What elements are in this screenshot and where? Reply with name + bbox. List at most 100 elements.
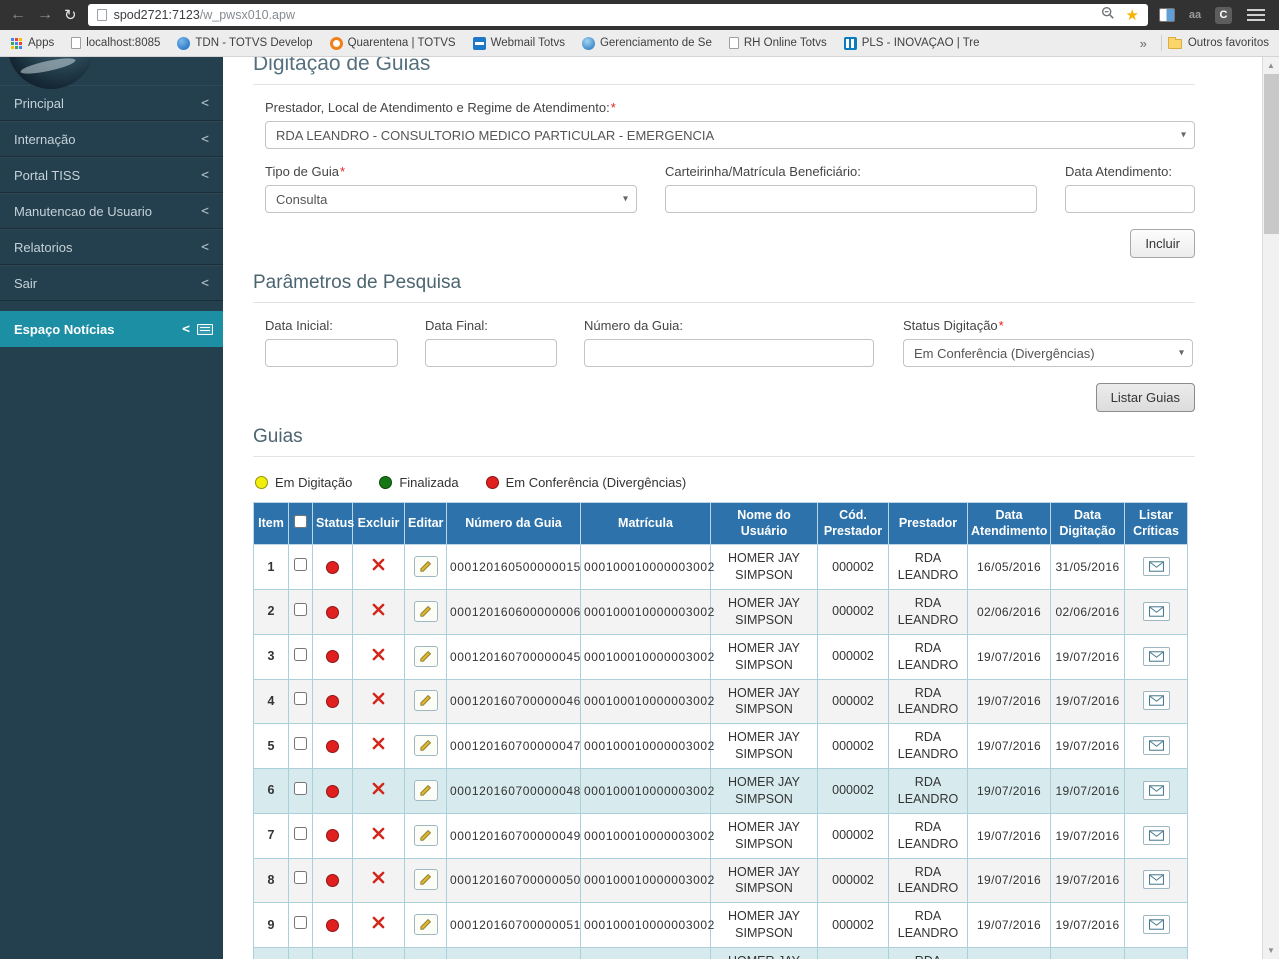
- edit-pencil-icon[interactable]: [413, 824, 438, 846]
- cell-cod: 000002: [817, 768, 889, 814]
- row-checkbox[interactable]: [294, 692, 307, 706]
- other-favorites[interactable]: Outros favoritos: [1167, 37, 1269, 49]
- page-scrollbar[interactable]: ▲ ▼: [1262, 57, 1279, 959]
- sidebar-item-principal[interactable]: Principal <: [0, 85, 223, 121]
- sidebar-item-relatorios[interactable]: Relatorios <: [0, 229, 223, 265]
- delete-icon[interactable]: [372, 871, 385, 884]
- cell-matricula: 000100010000003002: [580, 633, 714, 680]
- cell-excluir: [352, 812, 405, 859]
- row-checkbox[interactable]: [294, 781, 307, 795]
- bookmark-item[interactable]: Gerenciamento de Se: [581, 36, 712, 50]
- edit-pencil-icon[interactable]: [413, 779, 438, 801]
- sidebar-item-portal-tiss[interactable]: Portal TISS <: [0, 157, 223, 193]
- delete-icon[interactable]: [372, 692, 385, 705]
- mail-envelope-icon[interactable]: [1142, 825, 1170, 845]
- cell-status: [312, 589, 353, 635]
- back-button[interactable]: ←: [10, 7, 26, 23]
- delete-icon[interactable]: [372, 603, 385, 616]
- listar-guias-button[interactable]: Listar Guias: [1095, 383, 1195, 412]
- page-icon: [96, 9, 107, 21]
- scroll-thumb[interactable]: [1264, 74, 1279, 234]
- edit-pencil-icon[interactable]: [413, 556, 438, 578]
- mail-envelope-icon[interactable]: [1142, 736, 1170, 756]
- column-header: Cód. Prestador: [817, 501, 889, 546]
- zoom-icon[interactable]: [1101, 6, 1115, 25]
- bookmark-item[interactable]: Webmail Totvs: [472, 36, 565, 50]
- numero-guia-input[interactable]: [584, 339, 874, 367]
- data-inicial-input[interactable]: [265, 339, 398, 367]
- sidebar-item-label: Relatorios: [14, 239, 73, 255]
- delete-icon[interactable]: [372, 737, 385, 750]
- webmail-icon: [472, 36, 486, 50]
- extension-text-icon[interactable]: aa: [1186, 9, 1204, 21]
- mail-envelope-icon[interactable]: [1142, 557, 1170, 577]
- mail-envelope-icon[interactable]: [1142, 646, 1170, 666]
- delete-icon[interactable]: [372, 782, 385, 795]
- delete-icon[interactable]: [372, 558, 385, 571]
- cell-excluir: [352, 723, 405, 769]
- bookmark-item[interactable]: Quarentena | TOTVS: [329, 36, 456, 50]
- bookmark-item[interactable]: Apps: [10, 37, 54, 50]
- mail-envelope-icon[interactable]: [1142, 691, 1170, 711]
- delete-icon[interactable]: [372, 916, 385, 929]
- delete-icon[interactable]: [372, 648, 385, 661]
- table-row: 4 000120160700000046 000100010000003002 HOM…: [253, 678, 1188, 725]
- status-dot: [326, 739, 339, 753]
- row-checkbox[interactable]: [294, 737, 307, 751]
- cell-excluir: [352, 857, 405, 904]
- row-checkbox[interactable]: [294, 558, 307, 572]
- row-checkbox[interactable]: [294, 602, 307, 616]
- mail-envelope-icon[interactable]: [1142, 601, 1170, 621]
- scroll-up-arrow[interactable]: ▲: [1263, 57, 1279, 74]
- edit-pencil-icon[interactable]: [413, 735, 438, 757]
- forward-button[interactable]: →: [37, 7, 53, 23]
- mail-envelope-icon[interactable]: [1142, 780, 1170, 800]
- prestador-select[interactable]: RDA LEANDRO - CONSULTORIO MEDICO PARTICU…: [265, 121, 1195, 149]
- sidebar-item-sair[interactable]: Sair <: [0, 265, 223, 301]
- incluir-button[interactable]: Incluir: [1130, 229, 1195, 258]
- mail-envelope-icon[interactable]: [1142, 870, 1170, 890]
- cell-excluir: [352, 768, 405, 814]
- browser-menu-icon[interactable]: [1247, 14, 1265, 16]
- column-header: Matrícula: [580, 501, 711, 546]
- mail-envelope-icon[interactable]: [1142, 915, 1170, 935]
- cell-data-atendimento: 19/07/2016: [967, 902, 1051, 948]
- edit-pencil-icon[interactable]: [413, 690, 438, 712]
- cell-listar-criticas: [1124, 857, 1188, 904]
- bookmark-label: PLS - INOVAÇÃO | Tre: [861, 37, 980, 49]
- browser-toolbar: ← → ↻ spod2721:7123/w_pwsx010.apw ★ aa C: [0, 0, 1279, 30]
- sidebar-item-espaco-noticias[interactable]: Espaço Notícias <: [0, 311, 223, 347]
- url-host: spod2721:7123: [113, 8, 200, 22]
- extension-c-badge-icon[interactable]: C: [1215, 6, 1232, 24]
- cell-item: 8: [253, 857, 289, 904]
- edit-pencil-icon[interactable]: [413, 914, 438, 936]
- data-atendimento-input[interactable]: [1065, 185, 1195, 213]
- sidebar-item-manutencao-de-usuario[interactable]: Manutencao de Usuario <: [0, 193, 223, 229]
- delete-icon[interactable]: [372, 827, 385, 840]
- row-checkbox[interactable]: [294, 826, 307, 840]
- sidebar-item-internação[interactable]: Internação <: [0, 121, 223, 157]
- row-checkbox[interactable]: [294, 871, 307, 885]
- data-final-input[interactable]: [425, 339, 557, 367]
- scroll-down-arrow[interactable]: ▼: [1263, 942, 1279, 959]
- reload-button[interactable]: ↻: [64, 8, 77, 23]
- edit-pencil-icon[interactable]: [413, 600, 438, 622]
- edit-pencil-icon[interactable]: [413, 645, 438, 667]
- status-dot: [326, 560, 339, 574]
- carteirinha-input[interactable]: [665, 185, 1037, 213]
- cell-select: [288, 678, 313, 725]
- row-checkbox[interactable]: [294, 916, 307, 930]
- select-all-checkbox[interactable]: [294, 514, 307, 528]
- tipo-guia-select[interactable]: Consulta ▾: [265, 185, 637, 213]
- status-digitacao-select[interactable]: Em Conferência (Divergências) ▾: [903, 339, 1193, 367]
- address-bar[interactable]: spod2721:7123/w_pwsx010.apw ★: [87, 4, 1148, 26]
- bookmark-item[interactable]: PLS - INOVAÇÃO | Tre: [843, 36, 980, 50]
- edit-pencil-icon[interactable]: [413, 869, 438, 891]
- bookmark-item[interactable]: RH Online Totvs: [728, 37, 827, 49]
- bookmark-star-icon[interactable]: ★: [1126, 8, 1139, 23]
- bookmark-item[interactable]: TDN - TOTVS Develop: [177, 36, 313, 50]
- extension-window-icon[interactable]: [1159, 8, 1175, 22]
- bookmarks-overflow-chevron[interactable]: »: [1132, 36, 1155, 51]
- row-checkbox[interactable]: [294, 647, 307, 661]
- bookmark-item[interactable]: localhost:8085: [71, 37, 160, 49]
